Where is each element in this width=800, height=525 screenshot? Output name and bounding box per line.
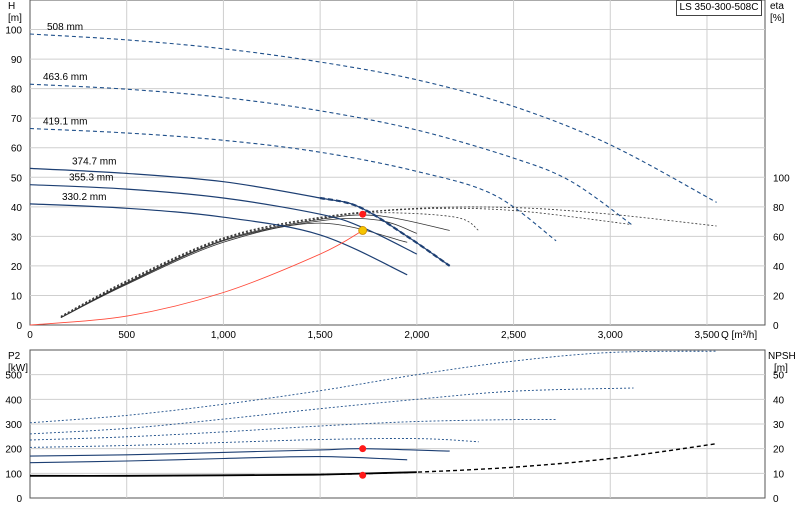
- x-tick-label: 500: [118, 330, 135, 341]
- power-y-tick-label: 100: [5, 469, 22, 480]
- x-tick-label: 2,500: [501, 330, 526, 341]
- head-curve-label: 508 mm: [47, 22, 83, 33]
- power-y-tick-label: 0: [16, 494, 22, 505]
- y-tick-label: 50: [11, 173, 23, 184]
- y-axis-title: H: [8, 1, 15, 12]
- y-tick-label: 40: [11, 203, 23, 214]
- y2-tick-label: 20: [773, 291, 785, 302]
- y-tick-label: 70: [11, 114, 23, 125]
- npsh-tick-label: 20: [773, 445, 785, 456]
- x-axis-title: Q [m³/h]: [721, 330, 757, 341]
- x-tick-label: 2,000: [404, 330, 429, 341]
- head-curve-label: 330.2 mm: [62, 192, 106, 203]
- power-point: [359, 445, 367, 453]
- y-tick-label: 0: [16, 321, 22, 332]
- power-curve: [29, 418, 557, 441]
- x-tick-label: 0: [27, 330, 33, 341]
- npsh-point: [359, 471, 367, 479]
- y2-tick-label: 40: [773, 262, 785, 273]
- y-tick-label: 20: [11, 262, 23, 273]
- power-curve: [29, 456, 408, 464]
- power-y-tick-label: 200: [5, 445, 22, 456]
- head-curve-label: 374.7 mm: [72, 156, 116, 167]
- y2-tick-label: 60: [773, 232, 785, 243]
- y-tick-label: 10: [11, 291, 23, 302]
- head-curve-label: 463.6 mm: [43, 72, 87, 83]
- model-label: LS 350-300-508C: [676, 0, 762, 16]
- y2-tick-label: 0: [773, 321, 779, 332]
- head-curve: [29, 83, 634, 227]
- x-tick-label: 1,000: [211, 330, 236, 341]
- y-tick-label: 100: [5, 26, 22, 37]
- y2-tick-label: 100: [773, 173, 790, 184]
- npsh-tick-label: 30: [773, 420, 785, 431]
- operating-point: [358, 226, 368, 235]
- y-axis-unit: [m]: [8, 13, 22, 24]
- power-axis-title: P2: [8, 351, 21, 362]
- y-tick-label: 90: [11, 55, 23, 66]
- y-tick-label: 30: [11, 232, 23, 243]
- power-y-tick-label: 400: [5, 395, 22, 406]
- x-tick-label: 3,500: [694, 330, 719, 341]
- pump-curve-svg: 0 500 1,000 1,500 2,000 2,500 3,000 3,500010203…: [5, 0, 796, 505]
- npsh-axis-title: NPSH: [768, 351, 796, 362]
- power-y-tick-label: 300: [5, 420, 22, 431]
- power-axis-unit: [kW]: [8, 363, 28, 374]
- efficiency-curve: [60, 207, 632, 318]
- x-tick-label: 3,000: [598, 330, 623, 341]
- duty-point: [359, 210, 367, 218]
- head-curve: [29, 203, 408, 276]
- power-curve: [29, 438, 479, 448]
- y2-tick-label: 80: [773, 203, 785, 214]
- head-curve-extension: [319, 196, 451, 267]
- head-curve-label: 419.1 mm: [43, 117, 87, 128]
- pump-curve-chart: 0 500 1,000 1,500 2,000 2,500 3,000 3,500 0 10 20 3…: [0, 0, 800, 520]
- y-tick-label: 60: [11, 144, 23, 155]
- x-tick-label: 1,500: [308, 330, 333, 341]
- power-curve: [29, 387, 634, 435]
- power-curve: [29, 448, 450, 457]
- npsh-tick-label: 40: [773, 395, 785, 406]
- power-curve: [29, 350, 717, 424]
- y2-axis-unit: [%]: [770, 13, 785, 24]
- head-curve-label: 355.3 mm: [69, 173, 113, 184]
- y2-axis-title: eta: [770, 1, 784, 12]
- npsh-tick-label: 10: [773, 469, 785, 480]
- y-tick-label: 80: [11, 85, 23, 96]
- system-curve: [29, 230, 363, 326]
- npsh-tick-label: 0: [773, 494, 779, 505]
- npsh-axis-unit: [m]: [774, 363, 788, 374]
